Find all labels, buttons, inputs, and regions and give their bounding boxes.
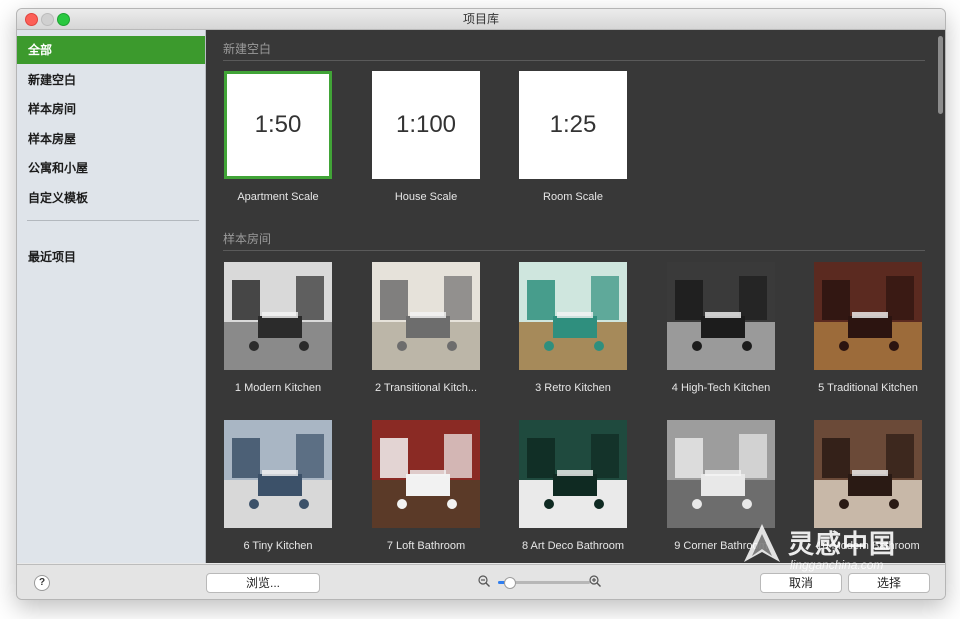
kitchen-image <box>224 262 332 370</box>
room-tile[interactable]: 8 Art Deco Bathroom <box>519 420 627 556</box>
maximize-window-icon[interactable] <box>57 13 70 26</box>
minimize-window-icon[interactable] <box>41 13 54 26</box>
sidebar-item-all[interactable]: 全部 <box>17 36 205 64</box>
kitchen-image <box>667 262 775 370</box>
bathroom-image <box>519 420 627 528</box>
project-library-window: 项目库 全部 新建空白 样本房间 样本房屋 公寓和小屋 自定义模板 最近项目 新… <box>16 8 946 600</box>
close-window-icon[interactable] <box>25 13 38 26</box>
sidebar-item-recent[interactable]: 最近项目 <box>17 243 205 271</box>
room-tile[interactable]: 3 Retro Kitchen <box>519 262 627 398</box>
tile-thumbnail: 1:25 <box>519 71 627 179</box>
sidebar-item-apartments[interactable]: 公寓和小屋 <box>17 154 205 182</box>
room-tile[interactable]: 6 Tiny Kitchen <box>224 420 332 556</box>
watermark-url: lingganchina.com <box>790 558 884 572</box>
scale-label: 1:50 <box>254 111 302 138</box>
kitchen-image <box>814 262 922 370</box>
room-tile[interactable]: 2 Transitional Kitch... <box>372 262 480 398</box>
section-title-sample-rooms: 样本房间 <box>223 232 272 246</box>
sidebar-item-custom-templates[interactable]: 自定义模板 <box>17 184 205 212</box>
scrollbar[interactable] <box>938 36 943 114</box>
browse-button[interactable]: 浏览... <box>206 573 320 593</box>
bathroom-image <box>814 420 922 528</box>
zoom-out-icon[interactable] <box>478 575 490 587</box>
tile-caption: 5 Traditional Kitchen <box>818 382 918 394</box>
sidebar-item-new-blank[interactable]: 新建空白 <box>17 66 205 94</box>
room-tile[interactable]: 5 Traditional Kitchen <box>814 262 922 398</box>
scale-label: 1:25 <box>549 111 597 138</box>
kitchen-image <box>224 420 332 528</box>
tile-caption: Room Scale <box>543 191 603 203</box>
tile-thumbnail: 1:100 <box>372 71 480 179</box>
tile-thumbnail: 1:50 <box>224 71 332 179</box>
sidebar-divider <box>27 220 199 221</box>
section-divider <box>223 60 925 61</box>
tile-room-scale[interactable]: 1:25 Room Scale <box>519 71 627 207</box>
tile-caption: 2 Transitional Kitch... <box>374 382 478 394</box>
scale-label: 1:100 <box>395 111 457 138</box>
window-title: 项目库 <box>462 12 499 26</box>
tile-caption: 7 Loft Bathroom <box>386 540 466 552</box>
section-title-new-blank: 新建空白 <box>223 42 272 56</box>
tile-caption: House Scale <box>394 191 458 203</box>
tile-caption: 1 Modern Kitchen <box>234 382 322 394</box>
watermark-logo-icon <box>744 524 780 562</box>
room-tile[interactable]: 7 Loft Bathroom <box>372 420 480 556</box>
tile-caption: 6 Tiny Kitchen <box>243 540 313 552</box>
tile-house-scale[interactable]: 1:100 House Scale <box>372 71 480 207</box>
zoom-in-icon[interactable] <box>589 575 601 587</box>
sidebar-item-sample-rooms[interactable]: 样本房间 <box>17 95 205 123</box>
room-tile[interactable]: 1 Modern Kitchen <box>224 262 332 398</box>
bathroom-image <box>667 420 775 528</box>
room-tile[interactable]: 4 High-Tech Kitchen <box>667 262 775 398</box>
kitchen-image <box>519 262 627 370</box>
tile-caption: Apartment Scale <box>237 191 319 203</box>
watermark-text: 灵感中国 <box>788 529 897 559</box>
sidebar: 全部 新建空白 样本房间 样本房屋 公寓和小屋 自定义模板 最近项目 <box>17 30 206 563</box>
template-gallery[interactable]: 新建空白 1:50 Apartment Scale 1:100 House Sc… <box>206 30 945 563</box>
tile-caption: 3 Retro Kitchen <box>535 382 611 394</box>
watermark: 灵感中国 lingganchina.com <box>740 520 940 580</box>
tile-caption: 8 Art Deco Bathroom <box>521 540 625 552</box>
sidebar-item-sample-houses[interactable]: 样本房屋 <box>17 125 205 153</box>
kitchen-image <box>372 262 480 370</box>
zoom-slider-handle[interactable] <box>504 577 517 589</box>
tile-apartment-scale[interactable]: 1:50 Apartment Scale <box>224 71 332 207</box>
title-bar[interactable]: 项目库 <box>17 9 945 30</box>
section-divider <box>223 250 925 251</box>
bathroom-image <box>372 420 480 528</box>
help-button[interactable]: ? <box>34 575 50 591</box>
tile-caption: 4 High-Tech Kitchen <box>671 382 771 394</box>
